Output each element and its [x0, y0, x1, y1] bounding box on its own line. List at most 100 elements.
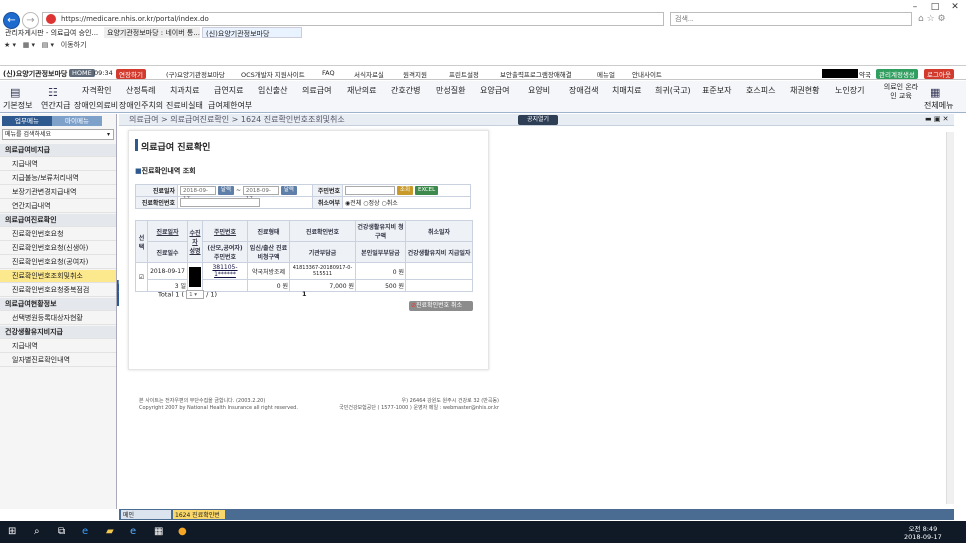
- col-patient-name[interactable]: 수진자 성명: [187, 220, 203, 263]
- sidebar-group[interactable]: 의료급여비지급: [0, 144, 116, 157]
- page-number[interactable]: 1: [302, 290, 307, 298]
- sidebar-item[interactable]: 지급내역: [0, 340, 116, 353]
- page-select[interactable]: 1 ▾: [186, 290, 205, 299]
- date-to-input[interactable]: 2018-09-17: [242, 186, 279, 202]
- row-checkbox[interactable]: ☑: [135, 262, 148, 292]
- menu-item[interactable]: 의료급여: [302, 85, 331, 96]
- menu-item[interactable]: 호스피스: [746, 85, 775, 96]
- sidebar-item[interactable]: 지급불능/보류처리내역: [0, 172, 116, 185]
- menu-item[interactable]: 급여제한여부: [208, 100, 252, 111]
- ie-icon[interactable]: e: [130, 526, 136, 537]
- menu-item[interactable]: 장애인주치의: [119, 100, 163, 111]
- menu-item[interactable]: 자격확인: [82, 85, 111, 96]
- sidebar-item[interactable]: 보장기관변경지급내역: [0, 186, 116, 199]
- radio-all[interactable]: ◉전체: [345, 200, 361, 207]
- menu-item[interactable]: 급연지료: [214, 85, 243, 96]
- close-icon[interactable]: ✕: [946, 2, 964, 12]
- query-button[interactable]: 조회: [396, 186, 414, 195]
- menu-item[interactable]: 산정특례: [126, 85, 155, 96]
- sidebar-item[interactable]: 진료확인번호요청(신생아): [0, 242, 116, 255]
- sidebar-item[interactable]: 진료확인번호요청중복점검: [0, 284, 116, 297]
- menu-all[interactable]: 전체메뉴: [924, 100, 953, 111]
- calendar-button[interactable]: 달력: [280, 186, 297, 195]
- menu-item[interactable]: 노인장기: [835, 85, 864, 96]
- extend-button[interactable]: 연장하기: [116, 69, 146, 79]
- link-ocs[interactable]: OCS개발자 지원사이트: [241, 69, 305, 79]
- link-manual[interactable]: 메뉴얼: [597, 69, 615, 79]
- link-secure-print[interactable]: 보안출력프로그램장애해결: [500, 69, 572, 79]
- sidebar-item[interactable]: 일자별진료확인내역: [0, 354, 116, 367]
- link-print[interactable]: 프린트설정: [449, 69, 479, 79]
- sidebar-item[interactable]: 진료확인번호조회및취소: [0, 270, 116, 283]
- minimize-icon[interactable]: –: [906, 2, 924, 12]
- sidebar-group[interactable]: 의료급여현황정보: [0, 298, 116, 311]
- tab-my-menu[interactable]: 마이메뉴: [52, 116, 102, 126]
- browser-tab[interactable]: 요양기관정보마당 : 네이버 통...: [104, 27, 200, 38]
- notice-button[interactable]: 공지열기: [518, 115, 558, 125]
- calculator-icon[interactable]: ▦: [154, 526, 163, 537]
- sidebar-item[interactable]: 진료확인번호요청: [0, 228, 116, 241]
- menu-item[interactable]: 요양급여: [480, 85, 509, 96]
- address-bar[interactable]: https://medicare.nhis.or.kr/portal/index…: [42, 12, 664, 26]
- list-icon[interactable]: ▤: [10, 86, 20, 99]
- col-resid[interactable]: 주민번호: [202, 220, 248, 242]
- search-input[interactable]: [670, 12, 912, 26]
- menu-item[interactable]: 치과치료: [170, 85, 199, 96]
- scrollbar[interactable]: [946, 132, 954, 504]
- window-controls-icon[interactable]: ▬ ▣ ✕: [925, 115, 949, 123]
- table-row[interactable]: ☑ 2018-09-17 381105-1****** 약국처방조제 41813…: [135, 262, 473, 292]
- resid-input[interactable]: [345, 186, 395, 195]
- link-old-portal[interactable]: (구)요양기관정보마당: [166, 69, 225, 79]
- favorites-toolbar[interactable]: ★ ▾ ▦ ▾ ▤ ▾ 이동하기: [4, 40, 87, 51]
- grid-icon[interactable]: ▦: [930, 86, 940, 99]
- toolbar-label[interactable]: 이동하기: [61, 41, 87, 49]
- cell-resid[interactable]: 381105-1******: [202, 262, 248, 280]
- menu-item[interactable]: 진료비실태: [166, 100, 203, 111]
- browser-tab[interactable]: 관리자게시판 - 의료급여 승인...: [2, 27, 102, 38]
- link-faq[interactable]: FAQ: [322, 69, 335, 77]
- sidebar-group[interactable]: 건강생활유지비지급: [0, 326, 116, 339]
- sidebar-item[interactable]: 선택병원등록대상자현황: [0, 312, 116, 325]
- maximize-icon[interactable]: □: [926, 2, 944, 12]
- sidebar-item[interactable]: 연간지급내역: [0, 200, 116, 213]
- logout-button[interactable]: 로그아웃: [924, 69, 954, 79]
- edge-icon[interactable]: e: [82, 526, 88, 537]
- app-icon[interactable]: ●: [178, 526, 187, 537]
- radio-cancel[interactable]: ○취소: [381, 200, 397, 207]
- menu-item[interactable]: 재난의료: [347, 85, 376, 96]
- menu-online-edu[interactable]: 의료인 온라인 교육: [882, 83, 920, 101]
- menu-item[interactable]: 치매치료: [612, 85, 641, 96]
- bottom-tab-main[interactable]: 메인: [121, 510, 171, 519]
- menu-item[interactable]: 만성질환: [436, 85, 465, 96]
- tab-work-menu[interactable]: 업무메뉴: [2, 116, 52, 126]
- task-view-icon[interactable]: ⧉: [58, 526, 65, 537]
- sidebar-group[interactable]: 의료급여진료확인: [0, 214, 116, 227]
- clock[interactable]: 오전 8:49 2018-09-17: [904, 523, 942, 541]
- menu-item[interactable]: 장애검색: [569, 85, 598, 96]
- bottom-tab-active[interactable]: 1624 진료확인번: [173, 510, 225, 519]
- link-remote[interactable]: 원격지원: [403, 69, 427, 79]
- menu-item[interactable]: 희귀(국고): [655, 85, 691, 96]
- browser-tab-active[interactable]: (신)요양기관정보마당: [202, 27, 302, 38]
- menu-item[interactable]: 장애인의료비: [74, 100, 118, 111]
- menu-item[interactable]: 간호간병: [391, 85, 420, 96]
- home-button[interactable]: HOME: [69, 69, 95, 77]
- menu-item[interactable]: 임신출산: [258, 85, 287, 96]
- home-star-gear-icons[interactable]: ⌂ ☆ ⚙: [918, 14, 946, 24]
- menu-search-select[interactable]: 메뉴를 검색하세요 ▾: [2, 129, 114, 140]
- menu-item[interactable]: 요양비: [528, 85, 550, 96]
- menu-item[interactable]: 채권현황: [790, 85, 819, 96]
- confirm-no-input[interactable]: [180, 198, 260, 207]
- col-date[interactable]: 진료일자: [147, 220, 188, 242]
- cert-button[interactable]: 관리계정생성: [876, 69, 918, 79]
- menu-item[interactable]: 표준보자: [702, 85, 731, 96]
- link-forms[interactable]: 서식자료실: [354, 69, 384, 79]
- link-guide[interactable]: 안내사이트: [632, 69, 662, 79]
- sidebar-item[interactable]: 지급내역: [0, 158, 116, 171]
- calendar-button[interactable]: 달력: [217, 186, 235, 195]
- site-title[interactable]: (신)요양기관정보마당: [3, 69, 67, 79]
- sidebar-item[interactable]: 진료확인번호요청(공여자): [0, 256, 116, 269]
- folder-icon[interactable]: ▰: [106, 526, 114, 537]
- radio-normal[interactable]: ○정상: [363, 200, 379, 207]
- cancel-confirm-button[interactable]: ⊘진료확인번호 취소: [409, 301, 473, 311]
